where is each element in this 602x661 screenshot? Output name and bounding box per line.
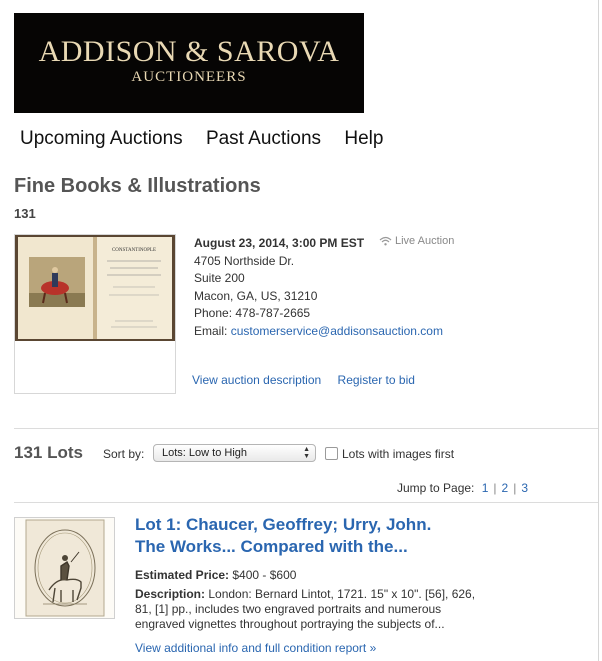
view-auction-description-link[interactable]: View auction description [192,373,321,387]
auction-image[interactable]: CONSTANTINOPLE [14,234,176,394]
logo-name: ADDISON & SAROVA [38,35,340,68]
pagination: Jump to Page: 1 | 2 | 3 [397,481,528,495]
price-value: $400 - $600 [229,568,297,582]
estimated-price: Estimated Price: $400 - $600 [135,568,296,582]
divider-bottom [14,502,598,503]
page-link-3[interactable]: 3 [521,481,528,495]
images-first-label[interactable]: Lots with images first [342,447,454,461]
images-first-checkbox[interactable] [325,447,338,460]
jump-to-page-label: Jump to Page: [397,481,475,495]
sort-label: Sort by: [103,447,145,461]
auction-links: View auction description Register to bid [192,373,428,387]
lot-title-link[interactable]: Lot 1: Chaucer, Geoffrey; Urry, John. Th… [135,514,465,558]
address-line-2: Suite 200 [194,271,245,285]
price-label: Estimated Price: [135,568,230,582]
wifi-icon [379,236,392,246]
lot-description: Description: London: Bernard Lintot, 172… [135,587,480,632]
lots-count: 131 Lots [14,443,83,462]
description-label: Description: [135,587,206,601]
address-line-3: Macon, GA, US, 31210 [194,288,318,303]
lot-title-line-2: The Works... Compared with the... [135,537,408,556]
nav-past-auctions[interactable]: Past Auctions [206,128,321,149]
main-nav: Upcoming Auctions Past Auctions Help [20,128,401,150]
sort-select-value: Lots: Low to High [162,447,247,459]
book-illustration-image: CONSTANTINOPLE [15,235,175,341]
page-link-1[interactable]: 1 [482,481,489,495]
page-right-border [598,0,599,661]
lot-title-line-1: Lot 1: Chaucer, Geoffrey; Urry, John. [135,515,432,534]
live-auction-label: Live Auction [395,235,455,247]
nav-help[interactable]: Help [344,128,383,149]
nav-upcoming-auctions[interactable]: Upcoming Auctions [20,128,183,149]
register-to-bid-link[interactable]: Register to bid [338,373,415,387]
sort-select[interactable]: Lots: Low to High ▲ ▼ [153,444,316,462]
page-link-2[interactable]: 2 [502,481,509,495]
site-logo[interactable]: ADDISON & SAROVA AUCTIONEERS [14,13,364,113]
page-separator: | [513,481,517,495]
sale-number: 131 [14,206,36,221]
book-page-title: CONSTANTINOPLE [112,248,156,253]
auction-details: August 23, 2014, 3:00 PM EST 4705 Norths… [194,235,443,340]
view-additional-info-link[interactable]: View additional info and full condition … [135,641,376,655]
divider-top [14,428,598,429]
select-arrows-icon: ▲ ▼ [303,446,310,460]
address-line-1: 4705 Northside Dr. [194,253,295,268]
page-title: Fine Books & Illustrations [14,175,261,197]
page-separator: | [493,481,497,495]
email-row: Email: customerservice@addisonsauction.c… [194,323,443,341]
live-auction-badge: Live Auction [379,235,454,247]
email-label: Email: [194,323,231,338]
lot-thumbnail[interactable] [14,517,115,619]
email-link[interactable]: customerservice@addisonsauction.com [231,324,443,338]
phone-number: Phone: 478-787-2665 [194,306,311,320]
engraving-image [15,518,114,618]
logo-subtitle: AUCTIONEERS [131,69,247,85]
